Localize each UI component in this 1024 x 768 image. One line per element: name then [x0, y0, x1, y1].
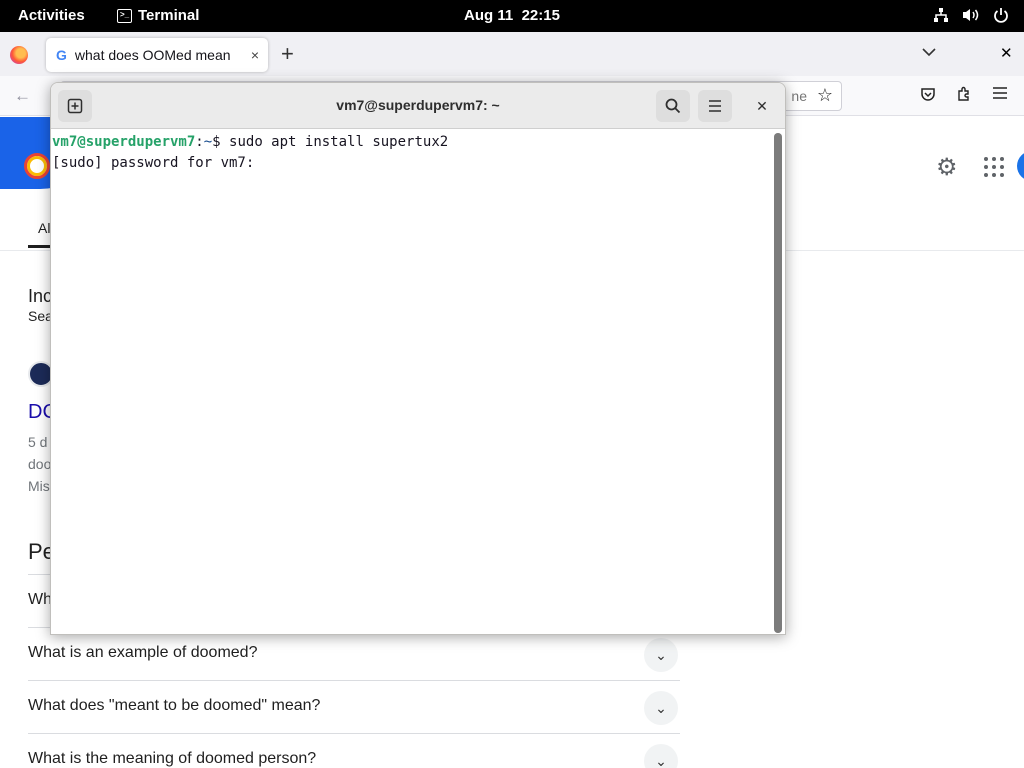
search-icon	[665, 98, 681, 114]
account-avatar[interactable]	[1017, 151, 1024, 181]
snippet-heading: Inc	[28, 286, 53, 306]
terminal-icon: >_	[117, 8, 132, 23]
result-snippet-line: 5 d	[28, 434, 48, 450]
paa-question-text: What is an example of doomed?	[28, 644, 258, 661]
settings-gear-icon[interactable]: ⚙	[936, 153, 958, 182]
doodle-target-icon	[24, 153, 50, 179]
terminal-window[interactable]: vm7@superdupervm7: ~ ✕ vm7@superdupervm7…	[50, 82, 786, 635]
volume-icon[interactable]	[962, 6, 980, 24]
app-name: Terminal	[138, 7, 200, 24]
terminal-header-bar[interactable]: vm7@superdupervm7: ~ ✕	[51, 83, 785, 129]
address-bar-text: ne	[791, 88, 807, 104]
paa-question[interactable]: What does "meant to be doomed" mean? ⌄	[28, 680, 680, 733]
chevron-down-icon[interactable]: ⌄	[644, 744, 678, 768]
scrollbar-thumb[interactable]	[774, 133, 782, 633]
app-menu[interactable]: >_ Terminal	[117, 7, 199, 24]
clock-date: Aug 11	[464, 7, 514, 24]
result-snippet-line: Mis	[28, 478, 50, 494]
terminal-line: vm7@superdupervm7:~$ sudo apt install su…	[52, 132, 785, 153]
system-tray[interactable]	[932, 6, 1010, 24]
prompt-separator: :	[195, 134, 204, 150]
browser-tab[interactable]: G what does OOMed mean ×	[46, 38, 268, 72]
chevron-down-icon[interactable]: ⌄	[644, 638, 678, 672]
result-snippet-line: doo	[28, 456, 52, 472]
extensions-icon[interactable]	[956, 86, 972, 106]
new-tab-button[interactable]	[58, 90, 92, 122]
window-close-icon[interactable]: ✕	[1000, 44, 1013, 62]
new-tab-button[interactable]: +	[281, 41, 294, 67]
firefox-icon	[10, 46, 28, 64]
prompt-symbol: $	[212, 134, 221, 150]
search-button[interactable]	[656, 90, 690, 122]
paa-question-text: What is the meaning of doomed person?	[28, 750, 317, 767]
tab-all[interactable]: Al	[38, 220, 50, 236]
paa-question[interactable]: What is the meaning of doomed person? ⌄	[28, 733, 680, 768]
paa-question-text: Wh	[28, 591, 52, 608]
tab-title: what does OOMed mean	[74, 47, 231, 63]
result-snippet: 5 d doo Mis	[28, 431, 51, 497]
hamburger-menu-icon	[709, 100, 721, 112]
tab-close-icon[interactable]: ×	[242, 47, 268, 63]
google-apps-icon[interactable]	[984, 157, 1004, 177]
google-favicon-icon: G	[56, 47, 67, 63]
paa-question-text: What does "meant to be doomed" mean?	[28, 697, 321, 714]
power-icon[interactable]	[992, 6, 1010, 24]
network-icon[interactable]	[932, 6, 950, 24]
pocket-icon[interactable]	[920, 86, 936, 106]
bookmark-star-icon[interactable]: ☆	[817, 85, 833, 106]
prompt-user: vm7@superdupervm7	[52, 134, 196, 150]
sudo-password-prompt: [sudo] password for vm7:	[52, 155, 255, 171]
terminal-scrollbar[interactable]	[774, 133, 782, 633]
terminal-command: sudo apt install supertux2	[220, 134, 449, 150]
terminal-line: [sudo] password for vm7:	[52, 153, 785, 174]
menu-hamburger-icon[interactable]	[992, 86, 1008, 104]
browser-tab-strip: G what does OOMed mean ×	[0, 32, 1024, 76]
prompt-path: ~	[203, 134, 213, 150]
clock-time: 22:15	[521, 7, 560, 24]
close-icon[interactable]: ✕	[751, 95, 773, 117]
terminal-output[interactable]: vm7@superdupervm7:~$ sudo apt install su…	[51, 130, 785, 634]
new-tab-icon	[67, 98, 83, 114]
clock-button[interactable]: Aug 11 22:15	[464, 7, 560, 24]
activities-button[interactable]: Activities	[18, 7, 85, 24]
main-menu-button[interactable]	[698, 90, 732, 122]
list-all-tabs-chevron-icon[interactable]	[922, 44, 936, 60]
back-arrow-icon[interactable]: ←	[14, 86, 31, 106]
top-bar: Activities >_ Terminal Aug 11 22:15	[0, 0, 1024, 32]
chevron-down-icon[interactable]: ⌄	[644, 691, 678, 725]
